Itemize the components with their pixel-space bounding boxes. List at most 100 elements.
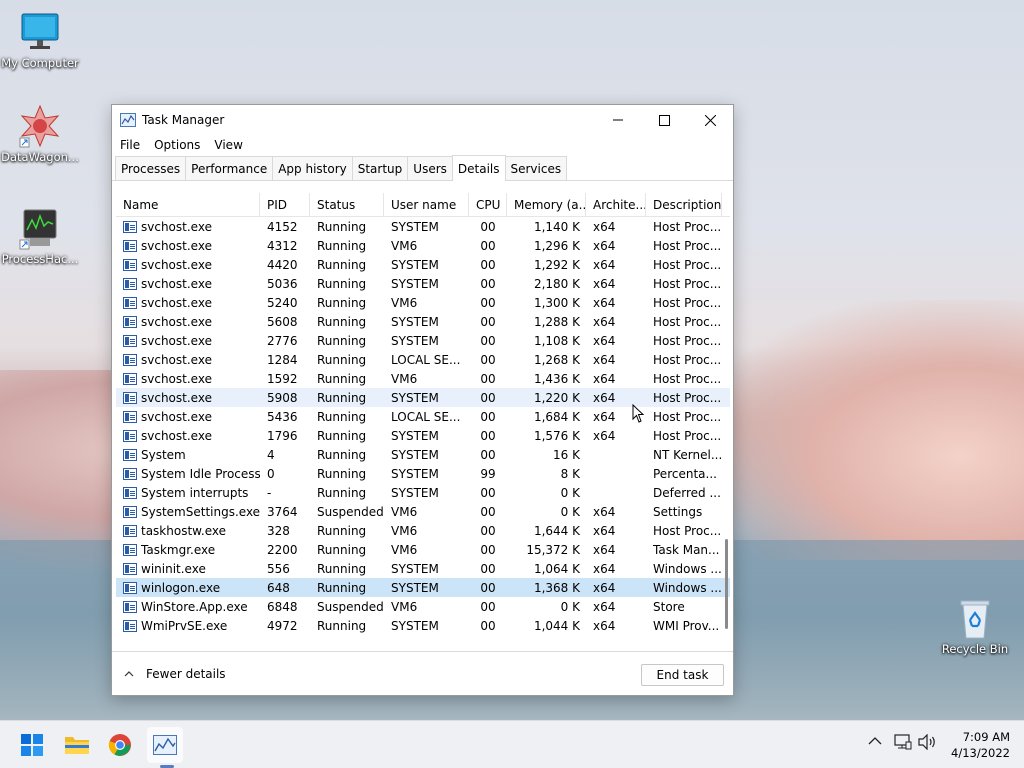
close-button[interactable] [687,105,733,135]
network-tray-button[interactable] [894,734,912,754]
cell-memory: 1,064 K [507,559,586,578]
volume-tray-button[interactable] [918,733,938,754]
table-row[interactable]: svchost.exe 5608 Running SYSTEM 00 1,288 K x64… [116,312,730,331]
cell-status: Running [310,559,384,578]
tab-processes[interactable]: Processes [115,156,187,180]
table-row[interactable]: System Idle Process 0 Running SYSTEM 99 8 K Pe… [116,464,730,483]
process-icon [123,543,137,556]
start-button[interactable] [14,727,50,763]
column-header-memory[interactable]: Memory (a... [507,193,586,217]
cell-text: 00 [480,371,496,386]
cell-text: Host Proc... [653,314,722,329]
cell-pid: 4 [260,445,310,464]
table-row[interactable]: Taskmgr.exe 2200 Running VM6 00 15,372 K x64 Ta… [116,540,730,559]
desktop-icon-datawagon[interactable]: DataWagon... [0,104,80,164]
tab-performance[interactable]: Performance [185,156,274,180]
menu-bar: File Options View [112,135,733,155]
cell-text: Host Proc... [653,257,722,272]
cell-description: Host Proc... [646,521,722,540]
menu-view[interactable]: View [214,138,242,152]
maximize-button[interactable] [641,105,687,135]
column-header-status[interactable]: Status [310,193,384,217]
cell-status: Running [310,540,384,559]
title-bar[interactable]: Task Manager [112,105,733,135]
cell-text: x64 [593,580,616,595]
tab-strip: Processes Performance App history Startu… [112,155,733,181]
cell-description: Windows ... [646,559,722,578]
menu-options[interactable]: Options [154,138,200,152]
cell-cpu: 99 [469,464,507,483]
cell-text: svchost.exe [141,257,212,272]
cell-text: Host Proc... [653,276,722,291]
cell-text: Running [317,219,367,234]
cell-text: svchost.exe [141,352,212,367]
minimize-button[interactable] [595,105,641,135]
table-row[interactable]: svchost.exe 4312 Running VM6 00 1,296 K x64 Hos… [116,236,730,255]
scrollbar-thumb[interactable] [725,539,728,629]
cell-text: LOCAL SE... [391,352,461,367]
cell-description: Host Proc... [646,217,722,236]
process-icon [123,505,137,518]
tab-details[interactable]: Details [451,155,506,181]
end-task-button[interactable]: End task [641,664,724,686]
cell-memory: 8 K [507,464,586,483]
table-row[interactable]: winlogon.exe 648 Running SYSTEM 00 1,368 K x64… [116,578,730,597]
cell-text: 00 [480,447,496,462]
table-row[interactable]: svchost.exe 1592 Running VM6 00 1,436 K x64 Hos… [116,369,730,388]
cell-text: Running [317,447,367,462]
tab-app-history[interactable]: App history [272,156,353,180]
column-header-pid[interactable]: PID [260,193,310,217]
cell-text: 1,368 K [533,580,580,595]
table-row[interactable]: svchost.exe 1796 Running SYSTEM 00 1,576 K x64… [116,426,730,445]
vertical-scrollbar[interactable] [722,217,730,641]
minimize-icon [613,119,623,121]
table-row[interactable]: svchost.exe 5240 Running VM6 00 1,300 K x64 Hos… [116,293,730,312]
table-row[interactable]: svchost.exe 1284 Running LOCAL SE... 00 1,268… [116,350,730,369]
cell-architecture: x64 [586,274,646,293]
process-icon [123,315,137,328]
cell-text: 00 [480,352,496,367]
desktop-icon-processhacker[interactable]: ProcessHac... [0,206,80,266]
table-row[interactable]: svchost.exe 4152 Running SYSTEM 00 1,140 K x64… [116,217,730,236]
cell-user: SYSTEM [384,274,469,293]
table-row[interactable]: svchost.exe 2776 Running SYSTEM 00 1,108 K x64… [116,331,730,350]
column-header-user[interactable]: User name [384,193,469,217]
cell-text: 1,292 K [533,257,580,272]
cell-user: SYSTEM [384,483,469,502]
cell-text: 2776 [267,333,298,348]
cell-text: Running [317,257,367,272]
table-row[interactable]: svchost.exe 5036 Running SYSTEM 00 2,180 K x64… [116,274,730,293]
table-row[interactable]: WinStore.App.exe 6848 Suspended VM6 00 0 K x64… [116,597,730,616]
cell-text: 3764 [267,504,298,519]
cell-text: 1,064 K [533,561,580,576]
cell-text: LOCAL SE... [391,409,461,424]
fewer-details-button[interactable]: Fewer details [124,667,226,681]
column-header-cpu[interactable]: CPU [469,193,507,217]
taskbar-file-explorer[interactable] [59,727,95,763]
table-row[interactable]: System interrupts - Running SYSTEM 00 0 K Defe… [116,483,730,502]
desktop-icon-recycle-bin[interactable]: Recycle Bin [935,596,1015,656]
taskbar-task-manager[interactable] [147,727,183,763]
tab-users[interactable]: Users [407,156,453,180]
cell-text: 0 K [560,599,580,614]
cell-description: Host Proc... [646,255,722,274]
menu-file[interactable]: File [120,138,140,152]
table-row[interactable]: wininit.exe 556 Running SYSTEM 00 1,064 K x64 W… [116,559,730,578]
cell-text: 00 [480,333,496,348]
cell-name: svchost.exe [116,426,260,445]
table-row[interactable]: SystemSettings.exe 3764 Suspended VM6 00 0 K x… [116,502,730,521]
clock[interactable]: 7:09 AM 4/13/2022 [946,729,1010,761]
table-row[interactable]: System 4 Running SYSTEM 00 16 K NT Kernel... [116,445,730,464]
table-row[interactable]: svchost.exe 4420 Running SYSTEM 00 1,292 K x64… [116,255,730,274]
tab-services[interactable]: Services [504,156,568,180]
show-hidden-icons-button[interactable] [868,735,882,750]
column-header-architecture[interactable]: Archite... [586,193,646,217]
cell-description: NT Kernel... [646,445,722,464]
desktop-icon-my-computer[interactable]: My Computer [0,10,80,70]
table-row[interactable]: WmiPrvSE.exe 4972 Running SYSTEM 00 1,044 K x6… [116,616,730,635]
cell-text: x64 [593,409,616,424]
taskbar-chrome[interactable] [102,727,138,763]
table-row[interactable]: taskhostw.exe 328 Running VM6 00 1,644 K x64 Ho… [116,521,730,540]
column-header-description[interactable]: Description [646,193,722,217]
tab-startup[interactable]: Startup [351,156,409,180]
